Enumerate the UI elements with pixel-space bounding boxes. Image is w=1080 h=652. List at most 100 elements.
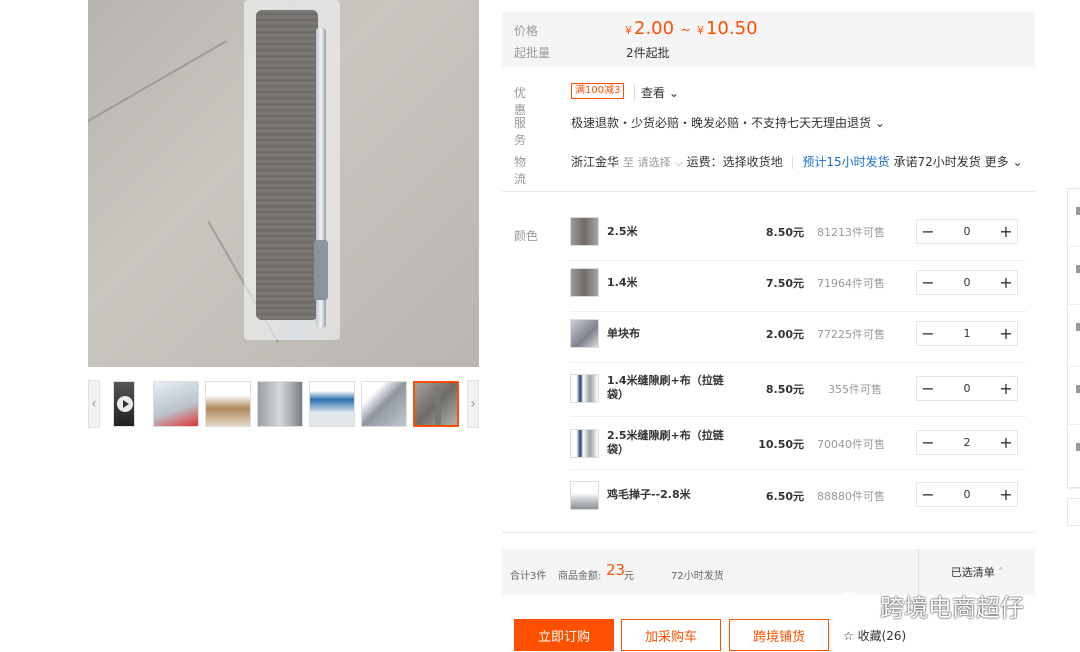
- minus-button[interactable]: −: [917, 431, 939, 454]
- coupon-badge[interactable]: 满100减3: [571, 83, 625, 99]
- chevron-right-icon[interactable]: ›: [467, 380, 479, 428]
- side-toolbar-item[interactable]: [1068, 189, 1080, 247]
- quantity-stepper: − 0 +: [916, 270, 1018, 295]
- plus-button[interactable]: +: [995, 271, 1017, 294]
- eta: 预计15小时发货: [802, 155, 890, 169]
- total-count: 合计3件: [510, 571, 547, 582]
- buy-now-button[interactable]: 立即订购: [514, 619, 614, 651]
- quantity-stepper: − 2 +: [916, 430, 1018, 455]
- side-toolbar-item[interactable]: [1068, 425, 1080, 489]
- chevron-down-icon: ⌄: [1012, 155, 1023, 169]
- sku-image[interactable]: [570, 429, 599, 458]
- minus-button[interactable]: −: [917, 271, 939, 294]
- price-range: ¥2.00 ~ ¥10.50: [625, 18, 758, 39]
- thumbnail[interactable]: [309, 381, 355, 427]
- moq-value: 2件起批: [626, 46, 670, 60]
- amount-unit: 元: [624, 571, 634, 582]
- thumbnail-selected[interactable]: [413, 381, 459, 427]
- promotion-label: 优惠: [514, 86, 527, 117]
- sku-row: 2.5米缝隙刷+布（拉链袋） 10.50元 70040件可售 − 2 +: [570, 417, 1026, 470]
- sku-row: 鸡毛掸子--2.8米 6.50元 88880件可售 − 0 +: [570, 470, 1026, 522]
- plus-button[interactable]: +: [995, 322, 1017, 345]
- side-toolbar-item[interactable]: [1068, 305, 1080, 367]
- quantity-input[interactable]: 0: [939, 276, 995, 289]
- view-coupons-link[interactable]: 查看 ⌄: [634, 84, 679, 101]
- sku-row: 1.4米 7.50元 71964件可售 − 0 +: [570, 260, 1026, 312]
- thumbnail[interactable]: [257, 381, 303, 427]
- sku-name: 1.4米缝隙刷+布（拉链袋）: [607, 374, 724, 401]
- quantity-input[interactable]: 0: [939, 488, 995, 501]
- sku-image[interactable]: [570, 319, 599, 348]
- toolbar-icon: [1076, 207, 1080, 215]
- main-product-image: [88, 0, 479, 367]
- side-toolbar-item[interactable]: [1068, 367, 1080, 425]
- side-toolbar-item[interactable]: [1067, 498, 1080, 526]
- quantity-input[interactable]: 2: [939, 436, 995, 449]
- selected-list-label: 已选清单: [950, 566, 995, 579]
- sku-image[interactable]: [570, 374, 599, 403]
- pole-stripe: [435, 387, 441, 425]
- toolbar-icon: [1076, 385, 1080, 393]
- origin: 浙江金华: [571, 155, 620, 169]
- minus-button[interactable]: −: [917, 483, 939, 506]
- watermark-text: 跨境电商超仔: [880, 594, 1024, 622]
- plus-button[interactable]: +: [995, 377, 1017, 400]
- divider: [502, 532, 1035, 533]
- amount-value: 23: [606, 561, 626, 579]
- currency-symbol: ¥: [625, 24, 632, 37]
- minus-button[interactable]: −: [917, 377, 939, 400]
- cross-border-button[interactable]: 跨境铺货: [729, 619, 829, 651]
- toolbar-icon: [1076, 265, 1080, 273]
- chevron-down-icon: ⌄: [668, 86, 679, 100]
- sku-price: 6.50元: [765, 490, 804, 503]
- service-label: 服务: [514, 116, 527, 147]
- favorite-label: 收藏(26): [857, 629, 907, 643]
- sku-price: 10.50元: [758, 438, 804, 451]
- sku-stock: 77225件可售: [817, 328, 885, 341]
- toolbar-icon: [1076, 443, 1080, 451]
- chevron-up-icon: ˄: [998, 566, 1004, 578]
- thumbnail-video[interactable]: [113, 381, 135, 427]
- sku-row: 2.5米 8.50元 81213件可售 − 0 +: [570, 209, 1026, 261]
- logistics-label: 物流: [514, 155, 527, 186]
- quantity-input[interactable]: 0: [939, 225, 995, 238]
- logistics-more[interactable]: 更多 ⌄: [985, 155, 1023, 169]
- sku-price: 7.50元: [765, 277, 804, 290]
- sku-image[interactable]: [570, 268, 599, 297]
- toolbar-icon: [1076, 323, 1080, 331]
- watermark: 跨境电商超仔: [836, 588, 1024, 623]
- sku-name: 2.5米: [607, 225, 638, 238]
- add-to-cart-button[interactable]: 加采购车: [621, 619, 721, 651]
- promise: 承诺72小时发货: [893, 155, 981, 169]
- quantity-stepper: − 0 +: [916, 376, 1018, 401]
- service-text[interactable]: 极速退款・少货必赔・晚发必赔・不支持七天无理由退货 ⌄: [571, 114, 885, 131]
- sku-price: 2.00元: [765, 328, 804, 341]
- chevron-down-icon: ⌄: [874, 116, 885, 130]
- sku-name: 1.4米: [607, 276, 638, 289]
- star-icon: ☆: [843, 629, 854, 643]
- floor-crack: [88, 40, 228, 122]
- favorite-button[interactable]: ☆ 收藏(26): [843, 627, 906, 644]
- shipping-time: 72小时发货: [671, 571, 724, 582]
- destination-select[interactable]: 请选择: [638, 156, 671, 169]
- sku-name: 鸡毛掸子--2.8米: [607, 488, 691, 501]
- plus-button[interactable]: +: [995, 431, 1017, 454]
- sku-image[interactable]: [570, 481, 599, 510]
- sku-image[interactable]: [570, 217, 599, 246]
- side-toolbar-item[interactable]: [1068, 247, 1080, 305]
- plus-button[interactable]: +: [995, 220, 1017, 243]
- sku-price: 8.50元: [765, 226, 804, 239]
- quantity-input[interactable]: 0: [939, 382, 995, 395]
- chevron-left-icon[interactable]: ‹: [88, 380, 100, 428]
- minus-button[interactable]: −: [917, 220, 939, 243]
- quantity-input[interactable]: 1: [939, 327, 995, 340]
- minus-button[interactable]: −: [917, 322, 939, 345]
- thumbnail[interactable]: [205, 381, 251, 427]
- color-label: 颜色: [514, 229, 539, 243]
- thumbnail[interactable]: [361, 381, 407, 427]
- thumbnail[interactable]: [153, 381, 199, 427]
- plus-button[interactable]: +: [995, 483, 1017, 506]
- service-items: 极速退款・少货必赔・晚发必赔・不支持七天无理由退货: [571, 116, 872, 130]
- chevron-down-icon: ⌵: [674, 156, 683, 169]
- play-icon: [117, 396, 133, 412]
